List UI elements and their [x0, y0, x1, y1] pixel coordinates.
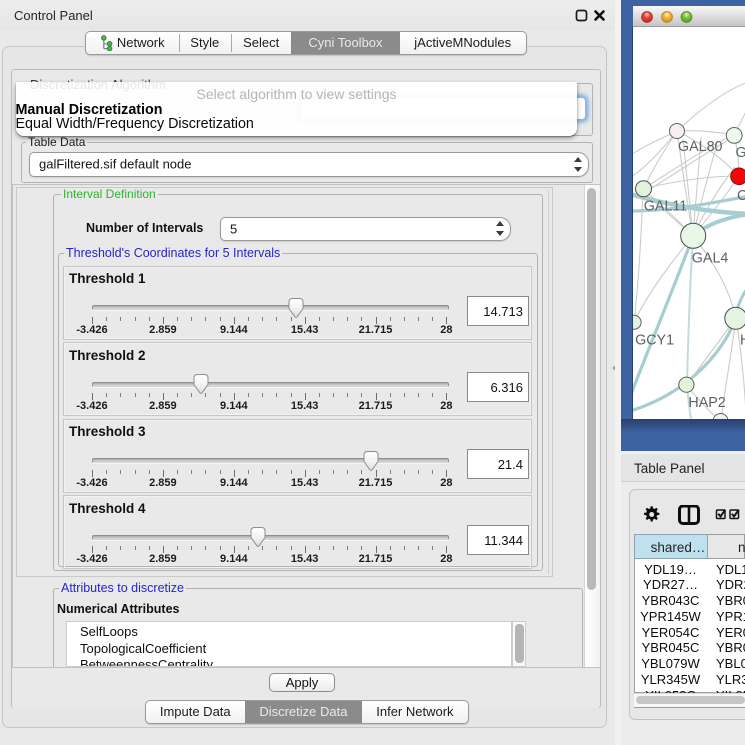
svg-text:HAP2: HAP2: [688, 395, 725, 411]
svg-text:GAL4: GAL4: [691, 250, 728, 266]
svg-text:GAL: GAL: [735, 145, 745, 161]
svg-text:GCY1: GCY1: [635, 332, 674, 348]
svg-text:GAL80: GAL80: [678, 139, 723, 155]
svg-text:C: C: [737, 188, 745, 204]
svg-text:H: H: [740, 332, 745, 348]
svg-text:GAL11: GAL11: [643, 198, 686, 214]
